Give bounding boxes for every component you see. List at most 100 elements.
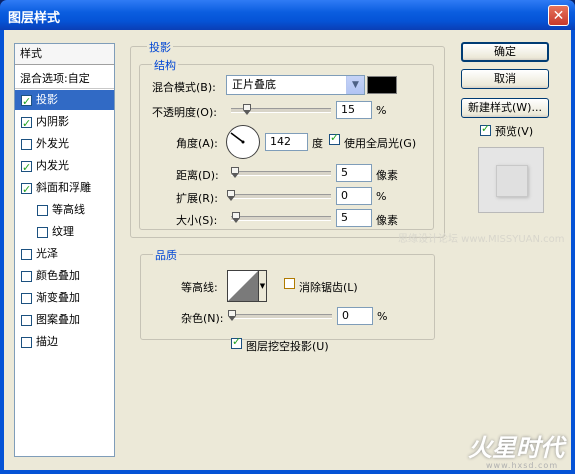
spread-input[interactable]: 0 bbox=[336, 187, 372, 205]
style-item[interactable]: 光泽 bbox=[15, 244, 114, 264]
style-item-label: 纹理 bbox=[52, 225, 74, 238]
anti-alias-checkbox[interactable] bbox=[284, 278, 295, 289]
style-item[interactable]: 内阴影 bbox=[15, 112, 114, 134]
distance-slider-thumb[interactable] bbox=[231, 167, 239, 178]
style-item[interactable]: 外发光 bbox=[15, 134, 114, 154]
layer-style-dialog: 图层样式 ✕ 样式 混合选项:自定 投影内阴影外发光内发光斜面和浮雕等高线纹理光… bbox=[0, 0, 575, 474]
blend-mode-select[interactable]: 正片叠底 ▼ bbox=[226, 75, 365, 95]
knockout-checkbox[interactable] bbox=[231, 335, 242, 349]
shadow-color-swatch[interactable] bbox=[367, 76, 397, 94]
watermark-text: 思缘设计论坛 www.MISSYUAN.com bbox=[398, 234, 565, 245]
style-item[interactable]: 等高线 bbox=[15, 200, 114, 220]
global-light-checkbox[interactable] bbox=[329, 131, 340, 145]
style-item-label: 投影 bbox=[36, 93, 58, 106]
angle-needle-icon bbox=[230, 132, 245, 144]
contour-picker[interactable]: ▼ bbox=[227, 270, 267, 302]
style-item[interactable]: 斜面和浮雕 bbox=[15, 178, 114, 200]
style-list-header[interactable]: 样式 bbox=[15, 44, 114, 65]
preview-checkbox[interactable] bbox=[480, 122, 491, 136]
chevron-down-icon[interactable]: ▼ bbox=[258, 270, 267, 302]
style-item-checkbox[interactable] bbox=[21, 315, 32, 326]
noise-slider-track[interactable] bbox=[232, 314, 332, 319]
style-item-label: 描边 bbox=[36, 335, 58, 348]
dialog-body: 样式 混合选项:自定 投影内阴影外发光内发光斜面和浮雕等高线纹理光泽颜色叠加渐变… bbox=[4, 30, 571, 470]
style-item-checkbox[interactable] bbox=[21, 293, 32, 304]
linear-contour-icon bbox=[228, 271, 258, 301]
window-frame-right bbox=[571, 30, 575, 474]
style-item-checkbox[interactable] bbox=[21, 158, 32, 178]
opacity-input[interactable]: 15 bbox=[336, 101, 372, 119]
spread-label: 扩展(R): bbox=[176, 192, 218, 205]
blend-mode-label: 混合模式(B): bbox=[152, 81, 216, 94]
knockout-label: 图层挖空投影(U) bbox=[246, 340, 329, 353]
style-item[interactable]: 纹理 bbox=[15, 222, 114, 242]
quality-group: 品质 等高线: ▼ 消除锯齿(L) 杂色(N): 0 % bbox=[140, 247, 435, 340]
distance-slider-track[interactable] bbox=[231, 171, 331, 176]
style-item-label: 图案叠加 bbox=[36, 313, 80, 326]
drop-shadow-group: 投影 结构 混合模式(B): 正片叠底 ▼ 不透明度(O): 15 % 角度(A… bbox=[130, 39, 445, 238]
style-item-label: 颜色叠加 bbox=[36, 269, 80, 282]
window-frame-bottom bbox=[0, 470, 575, 474]
style-item[interactable]: 投影 bbox=[15, 90, 114, 112]
structure-group: 结构 混合模式(B): 正片叠底 ▼ 不透明度(O): 15 % 角度(A): bbox=[139, 57, 434, 230]
style-item-checkbox[interactable] bbox=[37, 227, 48, 238]
style-item-label: 外发光 bbox=[36, 137, 69, 150]
size-input[interactable]: 5 bbox=[336, 209, 372, 227]
style-item-checkbox[interactable] bbox=[21, 180, 32, 200]
angle-input[interactable]: 142 bbox=[265, 133, 308, 151]
angle-dial[interactable] bbox=[226, 125, 260, 159]
noise-input[interactable]: 0 bbox=[337, 307, 373, 325]
noise-unit: % bbox=[377, 310, 388, 323]
style-item-label: 等高线 bbox=[52, 203, 85, 216]
style-item[interactable]: 内发光 bbox=[15, 156, 114, 178]
structure-heading: 结构 bbox=[152, 57, 178, 73]
distance-unit: 像素 bbox=[376, 169, 398, 182]
opacity-unit: % bbox=[376, 104, 387, 117]
cancel-button[interactable]: 取消 bbox=[461, 69, 549, 89]
close-icon[interactable]: ✕ bbox=[548, 5, 569, 26]
title-bar[interactable]: 图层样式 ✕ bbox=[0, 0, 575, 30]
window-title: 图层样式 bbox=[8, 11, 61, 26]
drop-shadow-heading: 投影 bbox=[147, 39, 173, 55]
style-preview-thumbnail bbox=[478, 147, 544, 213]
angle-unit: 度 bbox=[312, 137, 323, 150]
anti-alias-label: 消除锯齿(L) bbox=[299, 281, 358, 294]
style-item-checkbox[interactable] bbox=[21, 271, 32, 282]
spread-unit: % bbox=[376, 190, 387, 203]
style-item[interactable]: 颜色叠加 bbox=[15, 266, 114, 286]
style-item[interactable]: 渐变叠加 bbox=[15, 288, 114, 308]
quality-heading: 品质 bbox=[153, 247, 179, 263]
style-item-checkbox[interactable] bbox=[21, 139, 32, 150]
new-style-button[interactable]: 新建样式(W)... bbox=[461, 98, 549, 118]
style-item-label: 光泽 bbox=[36, 247, 58, 260]
preview-label: 预览(V) bbox=[495, 125, 534, 138]
style-item-label: 内发光 bbox=[36, 159, 69, 172]
style-item-label: 内阴影 bbox=[36, 115, 69, 128]
noise-slider-thumb[interactable] bbox=[228, 310, 236, 321]
distance-input[interactable]: 5 bbox=[336, 164, 372, 182]
size-label: 大小(S): bbox=[176, 214, 218, 227]
distance-label: 距离(D): bbox=[176, 169, 219, 182]
spread-slider-thumb[interactable] bbox=[227, 190, 235, 201]
style-item-checkbox[interactable] bbox=[21, 92, 32, 112]
style-item-checkbox[interactable] bbox=[37, 205, 48, 216]
style-item-label: 斜面和浮雕 bbox=[36, 181, 91, 194]
contour-label: 等高线: bbox=[181, 281, 218, 294]
preview-swatch bbox=[496, 165, 528, 197]
global-light-label: 使用全局光(G) bbox=[344, 137, 417, 150]
style-item-checkbox[interactable] bbox=[21, 249, 32, 260]
style-list: 样式 混合选项:自定 投影内阴影外发光内发光斜面和浮雕等高线纹理光泽颜色叠加渐变… bbox=[14, 43, 115, 457]
size-slider-thumb[interactable] bbox=[232, 212, 240, 223]
size-slider-track[interactable] bbox=[231, 216, 331, 221]
noise-label: 杂色(N): bbox=[181, 312, 224, 325]
style-item-checkbox[interactable] bbox=[21, 337, 32, 348]
style-item-checkbox[interactable] bbox=[21, 114, 32, 134]
chevron-down-icon: ▼ bbox=[346, 76, 364, 94]
style-item[interactable]: 图案叠加 bbox=[15, 310, 114, 330]
opacity-slider-thumb[interactable] bbox=[243, 104, 251, 115]
ok-button[interactable]: 确定 bbox=[461, 42, 549, 62]
spread-slider-track[interactable] bbox=[231, 194, 331, 199]
style-item[interactable]: 描边 bbox=[15, 332, 114, 352]
opacity-label: 不透明度(O): bbox=[152, 106, 217, 119]
blending-options-item[interactable]: 混合选项:自定 bbox=[15, 69, 114, 89]
